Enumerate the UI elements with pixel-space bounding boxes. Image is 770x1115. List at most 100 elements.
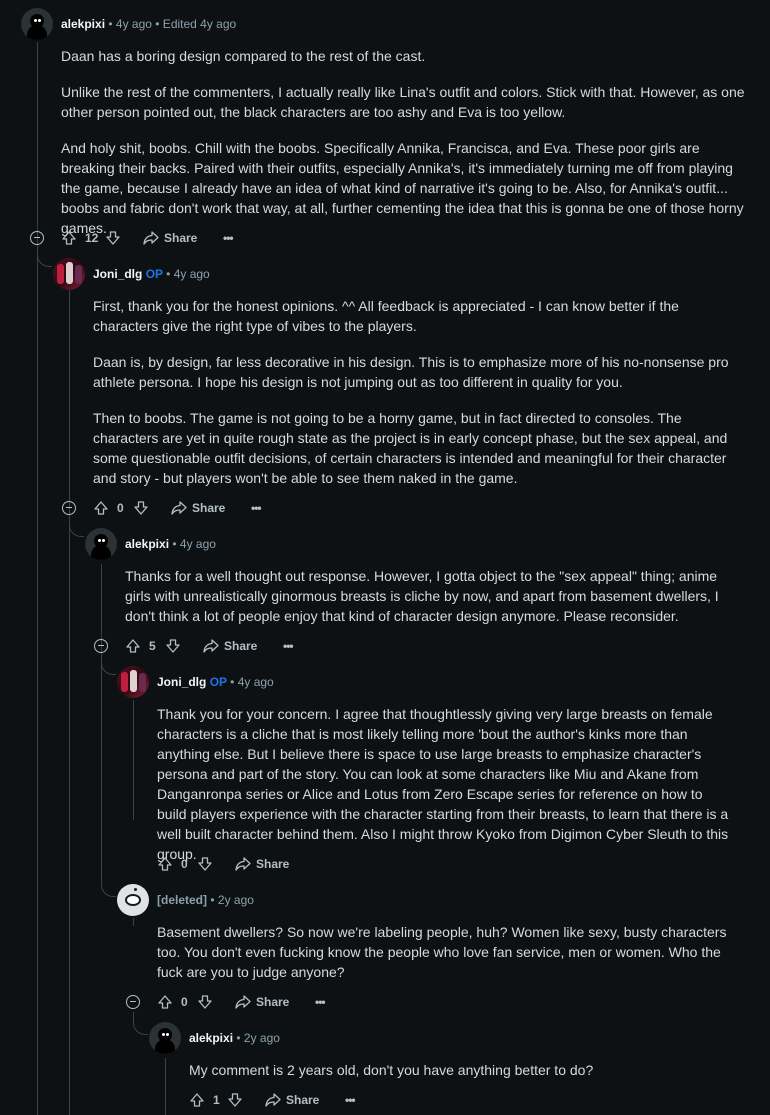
username-link[interactable]: alekpixi <box>125 537 169 551</box>
thread-line[interactable] <box>101 564 102 884</box>
share-icon[interactable] <box>235 857 251 871</box>
comment-paragraph: My comment is 2 years old, don't you hav… <box>189 1062 594 1078</box>
comment-actions: 0 Share <box>157 854 357 874</box>
vote-count: 0 <box>181 995 188 1009</box>
avatar-body <box>27 25 47 40</box>
avatar-figure <box>130 670 137 692</box>
upvote-icon[interactable] <box>157 994 173 1010</box>
avatar-eye <box>166 1033 169 1036</box>
share-icon[interactable] <box>171 501 187 515</box>
thread-connector <box>101 874 116 897</box>
avatar[interactable] <box>117 884 149 916</box>
upvote-icon[interactable] <box>125 638 141 654</box>
comment-paragraph: First, thank you for the honest opinions… <box>93 298 679 334</box>
vote-count: 0 <box>117 501 124 515</box>
more-options-icon[interactable]: ••• <box>315 992 326 1012</box>
comment-actions: 5 Share ••• <box>125 636 325 656</box>
vote-count: 5 <box>149 639 156 653</box>
comment-paragraph: Unlike the rest of the commenters, I act… <box>61 84 745 120</box>
avatar-body <box>91 545 111 560</box>
avatar[interactable] <box>85 528 117 560</box>
thread-line[interactable] <box>37 42 38 1115</box>
avatar-figure <box>139 673 146 692</box>
avatar-figure <box>66 262 73 284</box>
comment-author: alekpixi • 4y ago <box>125 537 216 551</box>
avatar-figure <box>121 672 128 692</box>
thread-line[interactable] <box>133 700 134 820</box>
collapse-thread-button[interactable] <box>62 501 76 515</box>
avatar[interactable] <box>117 666 149 698</box>
avatar[interactable] <box>21 8 53 40</box>
more-options-icon[interactable]: ••• <box>283 636 294 656</box>
comment-paragraph: Then to boobs. The game is not going to … <box>93 410 728 486</box>
more-options-icon[interactable]: ••• <box>251 498 262 518</box>
more-options-icon[interactable]: ••• <box>223 228 234 248</box>
comment-author: Joni_dlg OP • 4y ago <box>93 267 210 281</box>
username-link[interactable]: alekpixi <box>61 17 105 31</box>
share-button[interactable]: Share <box>164 228 197 248</box>
share-button[interactable]: Share <box>224 636 257 656</box>
comment-meta: • 2y ago <box>236 1031 280 1045</box>
comment-meta: • 4y ago <box>166 267 210 281</box>
collapse-thread-button[interactable] <box>94 639 108 653</box>
downvote-icon[interactable] <box>227 1092 243 1108</box>
avatar-eye <box>34 19 37 22</box>
downvote-icon[interactable] <box>197 994 213 1010</box>
share-button[interactable]: Share <box>192 498 225 518</box>
vote-count: 12 <box>85 231 99 245</box>
avatar-eye <box>162 1033 165 1036</box>
upvote-icon[interactable] <box>157 856 173 872</box>
collapse-thread-button[interactable] <box>126 995 140 1009</box>
comment-paragraph: Thanks for a well thought out response. … <box>125 568 719 624</box>
downvote-icon[interactable] <box>105 230 121 246</box>
comment-actions: 0 Share ••• <box>157 992 357 1012</box>
upvote-icon[interactable] <box>93 500 109 516</box>
downvote-icon[interactable] <box>165 638 181 654</box>
upvote-icon[interactable] <box>189 1092 205 1108</box>
thread-line[interactable] <box>133 918 134 926</box>
more-options-icon[interactable]: ••• <box>345 1090 356 1110</box>
share-icon[interactable] <box>235 995 251 1009</box>
thread-line[interactable] <box>165 1058 166 1115</box>
vote-count: 0 <box>181 857 188 871</box>
avatar-antenna <box>134 888 137 891</box>
share-button[interactable]: Share <box>256 992 289 1012</box>
comment-paragraph: And holy shit, boobs. Chill with the boo… <box>61 140 744 236</box>
comment-actions: 1 Share ••• <box>189 1090 389 1110</box>
thread-line[interactable] <box>69 290 70 1115</box>
downvote-icon[interactable] <box>197 856 213 872</box>
username-link[interactable]: Joni_dlg <box>157 675 206 689</box>
op-badge: OP <box>209 675 227 689</box>
comment-author: alekpixi • 2y ago <box>189 1031 280 1045</box>
comment-body: Daan has a boring design compared to the… <box>61 46 751 254</box>
comment-meta: • 4y ago <box>230 675 274 689</box>
share-icon[interactable] <box>265 1093 281 1107</box>
upvote-icon[interactable] <box>61 230 77 246</box>
share-button[interactable]: Share <box>256 854 289 874</box>
username-link[interactable]: Joni_dlg <box>93 267 142 281</box>
vote-count: 1 <box>213 1093 220 1107</box>
comment-body: Basement dwellers? So now we're labeling… <box>157 922 747 998</box>
comment-actions: 0 Share ••• <box>93 498 293 518</box>
comment-actions: 12 Share ••• <box>61 228 261 248</box>
avatar-eye <box>38 19 41 22</box>
comment-paragraph: Daan is, by design, far less decorative … <box>93 354 729 390</box>
collapse-thread-button[interactable] <box>30 231 44 245</box>
avatar-figure <box>57 264 64 284</box>
share-icon[interactable] <box>203 639 219 653</box>
share-icon[interactable] <box>143 231 159 245</box>
avatar[interactable] <box>149 1022 181 1054</box>
share-button[interactable]: Share <box>286 1090 319 1110</box>
comment-meta: • 4y ago <box>172 537 216 551</box>
avatar-figure <box>75 265 82 284</box>
avatar-eye <box>98 539 101 542</box>
username-link[interactable]: alekpixi <box>189 1031 233 1045</box>
downvote-icon[interactable] <box>133 500 149 516</box>
comment-paragraph: Basement dwellers? So now we're labeling… <box>157 924 727 980</box>
comment-body: First, thank you for the honest opinions… <box>93 296 738 504</box>
comment-body: Thanks for a well thought out response. … <box>125 566 735 642</box>
avatar[interactable] <box>53 258 85 290</box>
comment-author: [deleted] • 2y ago <box>157 893 254 907</box>
comment-meta: • 4y ago • Edited 4y ago <box>108 17 237 31</box>
op-badge: OP <box>145 267 163 281</box>
